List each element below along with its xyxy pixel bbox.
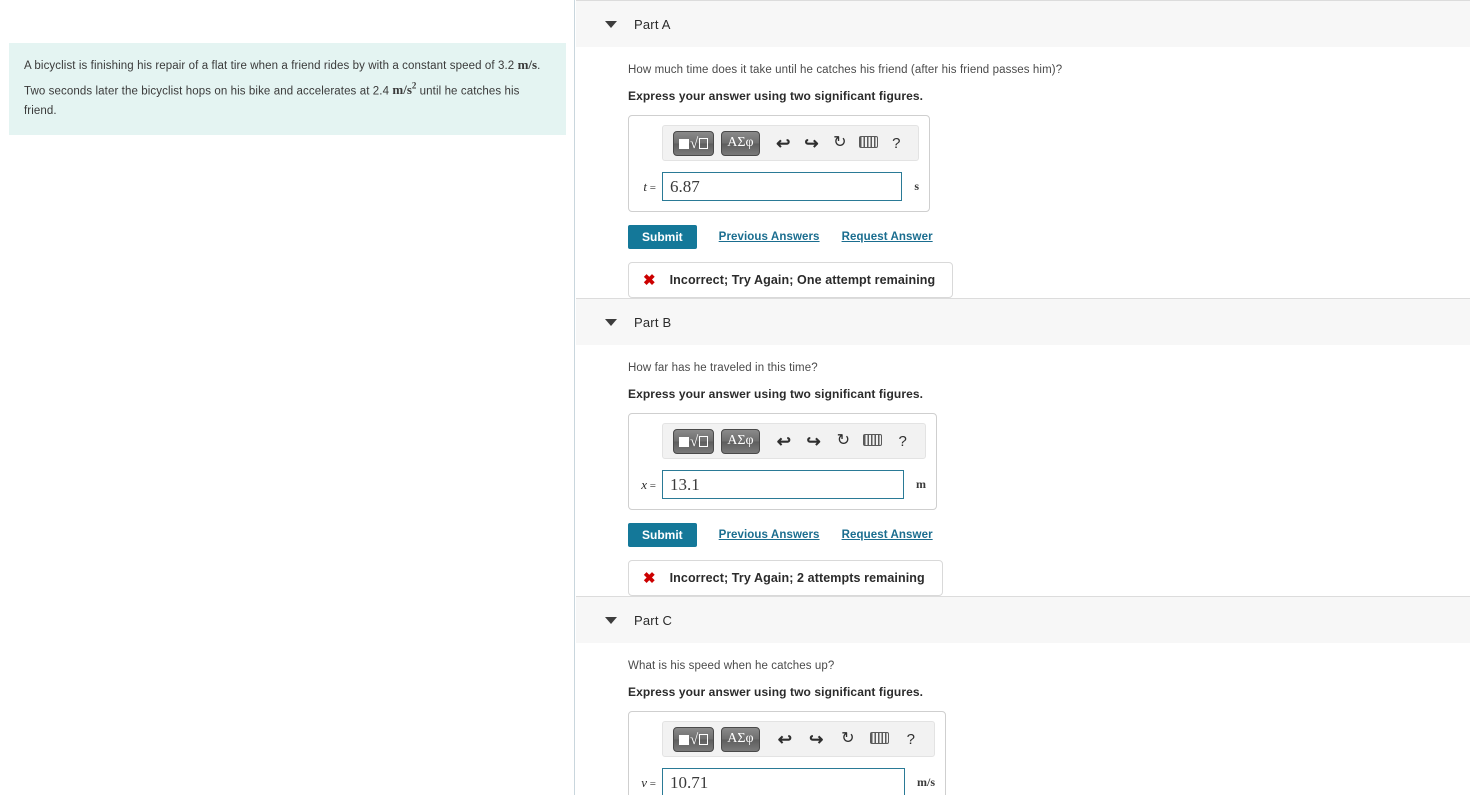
greek-letters-button[interactable]: ΑΣφ	[721, 726, 760, 752]
parts-pane: Part A How much time does it take until …	[576, 0, 1470, 795]
answer-field-row: v = m/s	[639, 768, 935, 795]
answer-input[interactable]	[662, 172, 903, 201]
keyboard-icon[interactable]	[866, 731, 892, 747]
answer-field-row: x = m	[639, 470, 926, 499]
help-icon[interactable]: ?	[890, 434, 915, 449]
problem-text-segment-1: A bicyclist is finishing his repair of a…	[24, 60, 515, 72]
feedback-text: Incorrect; Try Again; 2 attempts remaini…	[669, 571, 925, 585]
part-question: What is his speed when he catches up?	[628, 660, 835, 672]
part-section: Part B How far has he traveled in this t…	[576, 298, 1470, 596]
chevron-down-icon	[605, 20, 617, 28]
submit-button[interactable]: Submit	[628, 225, 697, 249]
part-header-toggle-0[interactable]: Part A	[576, 0, 1470, 47]
undo-icon[interactable]: ↩	[772, 731, 798, 748]
error-icon: ✖	[643, 271, 656, 289]
undo-icon[interactable]: ↩	[772, 433, 797, 450]
answer-input[interactable]	[662, 470, 904, 499]
math-toolbar: √ ΑΣφ ↩ ↪ ↻ ?	[662, 721, 935, 757]
math-toolbar: √ ΑΣφ ↩ ↪ ↻ ?	[662, 125, 919, 161]
part-body: What is his speed when he catches up? Ex…	[576, 643, 1470, 795]
problem-statement-text: A bicyclist is finishing his repair of a…	[24, 55, 551, 121]
part-body: How far has he traveled in this time? Ex…	[576, 345, 1470, 596]
submit-row: Submit Previous Answers Request Answer	[628, 523, 1470, 547]
request-answer-link[interactable]: Request Answer	[842, 231, 933, 243]
previous-answers-link[interactable]: Previous Answers	[719, 231, 820, 243]
problem-pane: A bicyclist is finishing his repair of a…	[0, 0, 575, 795]
part-section: Part C What is his speed when he catches…	[576, 596, 1470, 795]
reset-icon[interactable]: ↻	[835, 731, 861, 747]
submit-button[interactable]: Submit	[628, 523, 697, 547]
page-root: A bicyclist is finishing his repair of a…	[0, 0, 1470, 795]
help-icon[interactable]: ?	[885, 136, 908, 151]
redo-icon[interactable]: ↪	[800, 135, 823, 152]
previous-answers-link[interactable]: Previous Answers	[719, 529, 820, 541]
part-title: Part B	[634, 314, 672, 330]
greek-letters-button[interactable]: ΑΣφ	[721, 130, 760, 156]
reset-icon[interactable]: ↻	[828, 135, 851, 151]
variable-label: t =	[643, 178, 656, 194]
chevron-down-icon	[605, 318, 617, 326]
answer-unit: s	[914, 179, 919, 193]
help-icon[interactable]: ?	[898, 732, 924, 747]
request-answer-link[interactable]: Request Answer	[842, 529, 933, 541]
error-icon: ✖	[643, 569, 656, 587]
problem-unit-acceleration: m/s2	[392, 81, 417, 98]
feedback-message: ✖ Incorrect; Try Again; One attempt rema…	[628, 262, 954, 298]
part-title: Part A	[634, 16, 671, 32]
part-section: Part A How much time does it take until …	[576, 0, 1470, 298]
answer-panel: √ ΑΣφ ↩ ↪ ↻ ? x = m	[628, 413, 937, 510]
math-template-icon[interactable]: √	[673, 130, 715, 156]
part-header-toggle-1[interactable]: Part B	[576, 298, 1470, 345]
keyboard-icon[interactable]	[861, 433, 886, 449]
greek-letters-button[interactable]: ΑΣφ	[721, 428, 760, 454]
reset-icon[interactable]: ↻	[831, 433, 856, 449]
part-title: Part C	[634, 612, 673, 628]
chevron-down-icon	[605, 616, 617, 624]
part-instruction: Express your answer using two significan…	[628, 685, 924, 699]
math-toolbar: √ ΑΣφ ↩ ↪ ↻ ?	[662, 423, 926, 459]
redo-icon[interactable]: ↪	[803, 731, 829, 748]
keyboard-icon[interactable]	[856, 135, 879, 151]
part-header-toggle-2[interactable]: Part C	[576, 596, 1470, 643]
problem-statement-box: A bicyclist is finishing his repair of a…	[9, 43, 566, 136]
answer-unit: m	[916, 477, 926, 491]
redo-icon[interactable]: ↪	[801, 433, 826, 450]
variable-label: v =	[641, 774, 656, 790]
problem-unit-speed: m/s	[517, 57, 538, 72]
answer-unit: m/s	[917, 775, 935, 789]
variable-label: x =	[641, 476, 656, 492]
math-template-icon[interactable]: √	[673, 428, 715, 454]
math-template-icon[interactable]: √	[673, 726, 715, 752]
feedback-message: ✖ Incorrect; Try Again; 2 attempts remai…	[628, 560, 943, 596]
answer-panel: √ ΑΣφ ↩ ↪ ↻ ? v = m/s	[628, 711, 946, 795]
part-question: How far has he traveled in this time?	[628, 362, 818, 374]
part-question: How much time does it take until he catc…	[628, 64, 1063, 76]
part-instruction: Express your answer using two significan…	[628, 387, 924, 401]
answer-panel: √ ΑΣφ ↩ ↪ ↻ ? t = s	[628, 115, 930, 212]
answer-field-row: t = s	[639, 172, 919, 201]
answer-input[interactable]	[662, 768, 905, 795]
undo-icon[interactable]: ↩	[772, 135, 795, 152]
part-body: How much time does it take until he catc…	[576, 47, 1470, 298]
submit-row: Submit Previous Answers Request Answer	[628, 225, 1470, 249]
feedback-text: Incorrect; Try Again; One attempt remain…	[669, 273, 936, 287]
part-instruction: Express your answer using two significan…	[628, 89, 924, 103]
parts-container: Part A How much time does it take until …	[576, 0, 1470, 795]
